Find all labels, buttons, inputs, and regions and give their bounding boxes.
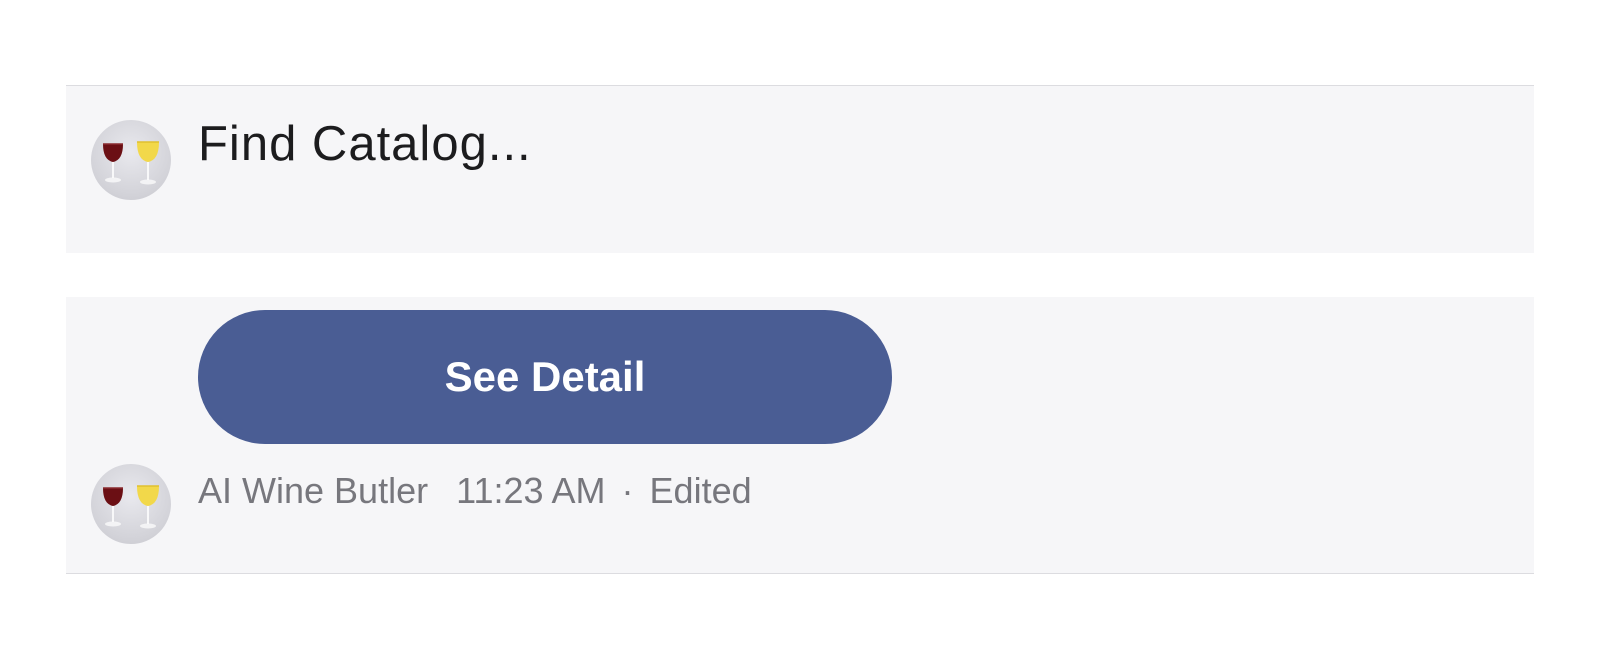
chat-page: Find Catalog... See Detail AI Wine Butle… [0,0,1600,660]
message-see-detail: See Detail AI Wine Butler 11:23 AM · Edi… [66,297,1534,574]
message-text: Find Catalog... [198,117,532,171]
bot-avatar[interactable] [91,120,171,200]
see-detail-button[interactable]: See Detail [198,310,892,444]
bot-avatar[interactable] [91,464,171,544]
sender-name: AI Wine Butler [198,470,429,511]
message-time: 11:23 AM [456,470,606,511]
message-find-catalog: Find Catalog... [66,85,1534,253]
edited-status: Edited [649,470,752,511]
meta-separator: · [621,470,634,511]
wine-glasses-icon [103,485,159,529]
wine-glasses-icon [103,141,159,185]
message-meta: AI Wine Butler 11:23 AM · Edited [198,470,752,512]
